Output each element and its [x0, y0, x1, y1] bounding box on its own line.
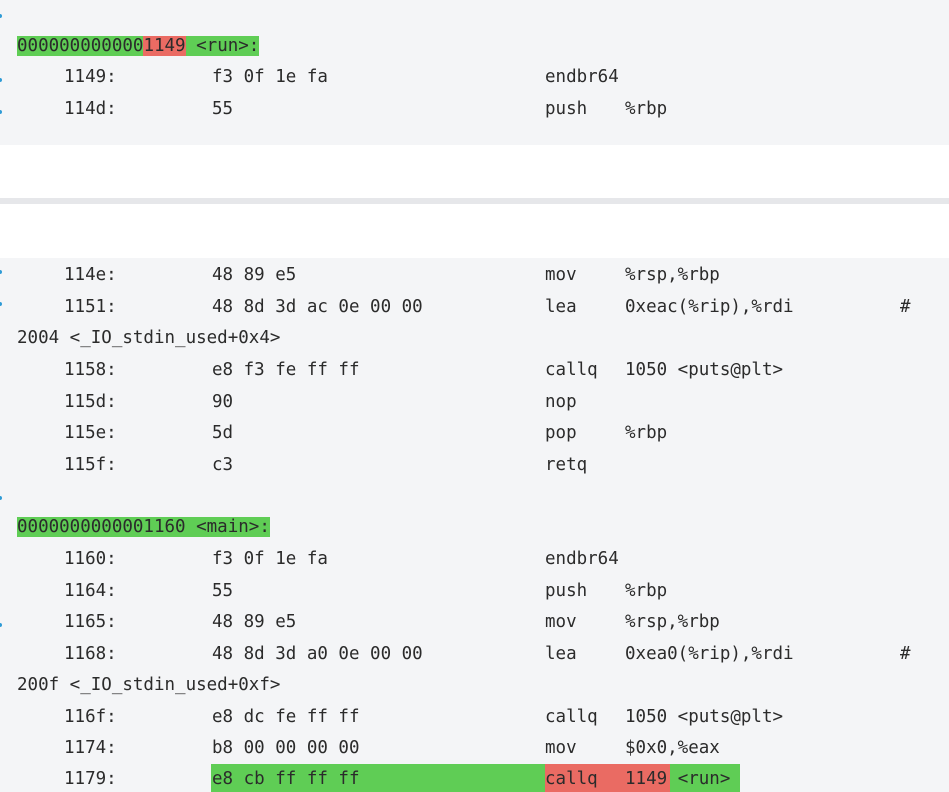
instruction-address: 114d:	[64, 99, 117, 119]
comment-marker: #	[900, 297, 911, 317]
gutter-marker	[0, 623, 2, 627]
instruction-mnemonic: callq	[545, 707, 598, 727]
instruction-bytes: 55	[212, 99, 234, 119]
code-block-run-header: 0000000000001149 <run>: 1149: f3 0f 1e f…	[0, 0, 949, 145]
instruction-operands: %rbp	[625, 423, 668, 443]
instruction-bytes: e8 cb ff ff ff	[212, 769, 360, 789]
instruction-mnemonic: push	[545, 581, 588, 601]
instruction-mnemonic: nop	[545, 392, 577, 412]
call-target-operands: 1149 <run>	[625, 766, 730, 792]
instruction-bytes: 55	[212, 581, 234, 601]
instruction-bytes: 48 8d 3d a0 0e 00 00	[212, 644, 423, 664]
instruction-address: 1165:	[64, 612, 117, 632]
instruction-bytes: f3 0f 1e fa	[212, 549, 328, 569]
label-address-highlight: 1149	[143, 36, 186, 56]
function-label-run: 0000000000001149 <run>:	[17, 33, 260, 59]
instruction-bytes: 48 8d 3d ac 0e 00 00	[212, 297, 423, 317]
instruction-bytes: e8 dc fe ff ff	[212, 707, 360, 727]
instruction-mnemonic: retq	[545, 455, 588, 475]
instruction-address: 1151:	[64, 297, 117, 317]
gutter-marker	[0, 110, 2, 114]
instruction-bytes: 5d	[212, 423, 234, 443]
section-divider	[0, 198, 949, 204]
function-label-main: 0000000000001160 <main>:	[17, 514, 270, 540]
instruction-bytes: f3 0f 1e fa	[212, 67, 328, 87]
instruction-address: 115e:	[64, 423, 117, 443]
label-function-name: <run>:	[185, 36, 260, 56]
instruction-mnemonic: mov	[545, 265, 577, 285]
gutter-marker	[0, 78, 2, 82]
instruction-mnemonic: mov	[545, 738, 577, 758]
instruction-address: 114e:	[64, 265, 117, 285]
instruction-operands: 1050 <puts@plt>	[625, 360, 784, 380]
instruction-operands: $0x0,%eax	[625, 738, 720, 758]
instruction-operands: 0xeac(%rip),%rdi	[625, 297, 794, 317]
instruction-mnemonic: lea	[545, 297, 577, 317]
label-prefix: 000000000000	[17, 36, 144, 56]
instruction-bytes: c3	[212, 455, 234, 475]
instruction-operands: 1050 <puts@plt>	[625, 707, 784, 727]
call-target-address: 1149	[625, 769, 668, 789]
gutter-marker	[0, 270, 2, 274]
instruction-mnemonic: lea	[545, 644, 577, 664]
instruction-address: 1158:	[64, 360, 117, 380]
instruction-mnemonic: mov	[545, 612, 577, 632]
instruction-bytes: 48 89 e5	[212, 265, 297, 285]
instruction-address: 1149:	[64, 67, 117, 87]
instruction-address: 115d:	[64, 392, 117, 412]
instruction-address: 1168:	[64, 644, 117, 664]
instruction-bytes: e8 f3 fe ff ff	[212, 360, 360, 380]
wrapped-comment: 200f <_IO_stdin_used+0xf>	[17, 675, 281, 695]
label-main-text: 0000000000001160 <main>:	[17, 517, 270, 537]
instruction-bytes: 48 89 e5	[212, 612, 297, 632]
code-block-disassembly: 114e: 48 89 e5 mov %rsp,%rbp 1151: 48 8d…	[0, 258, 949, 792]
wrapped-comment: 2004 <_IO_stdin_used+0x4>	[17, 328, 281, 348]
instruction-mnemonic: callq	[545, 360, 598, 380]
instruction-mnemonic: push	[545, 99, 588, 119]
instruction-operands: %rsp,%rbp	[625, 612, 720, 632]
instruction-operands: 0xea0(%rip),%rdi	[625, 644, 794, 664]
call-target-name: <run>	[667, 769, 731, 789]
instruction-operands: %rsp,%rbp	[625, 265, 720, 285]
instruction-operands: %rbp	[625, 99, 668, 119]
instruction-mnemonic: endbr64	[545, 549, 619, 569]
instruction-mnemonic: callq	[545, 769, 598, 789]
instruction-address: 1174:	[64, 738, 117, 758]
instruction-address: 1164:	[64, 581, 117, 601]
instruction-address: 1179:	[64, 769, 117, 789]
instruction-operands: %rbp	[625, 581, 668, 601]
instruction-bytes: 90	[212, 392, 234, 412]
instruction-mnemonic: endbr64	[545, 67, 619, 87]
gutter-marker	[0, 496, 2, 500]
gutter-marker	[0, 14, 2, 18]
comment-marker: #	[900, 644, 911, 664]
instruction-address: 1160:	[64, 549, 117, 569]
gutter-marker	[0, 302, 2, 306]
instruction-address: 115f:	[64, 455, 117, 475]
instruction-mnemonic: pop	[545, 423, 577, 443]
instruction-bytes: b8 00 00 00 00	[212, 738, 360, 758]
instruction-address: 116f:	[64, 707, 117, 727]
